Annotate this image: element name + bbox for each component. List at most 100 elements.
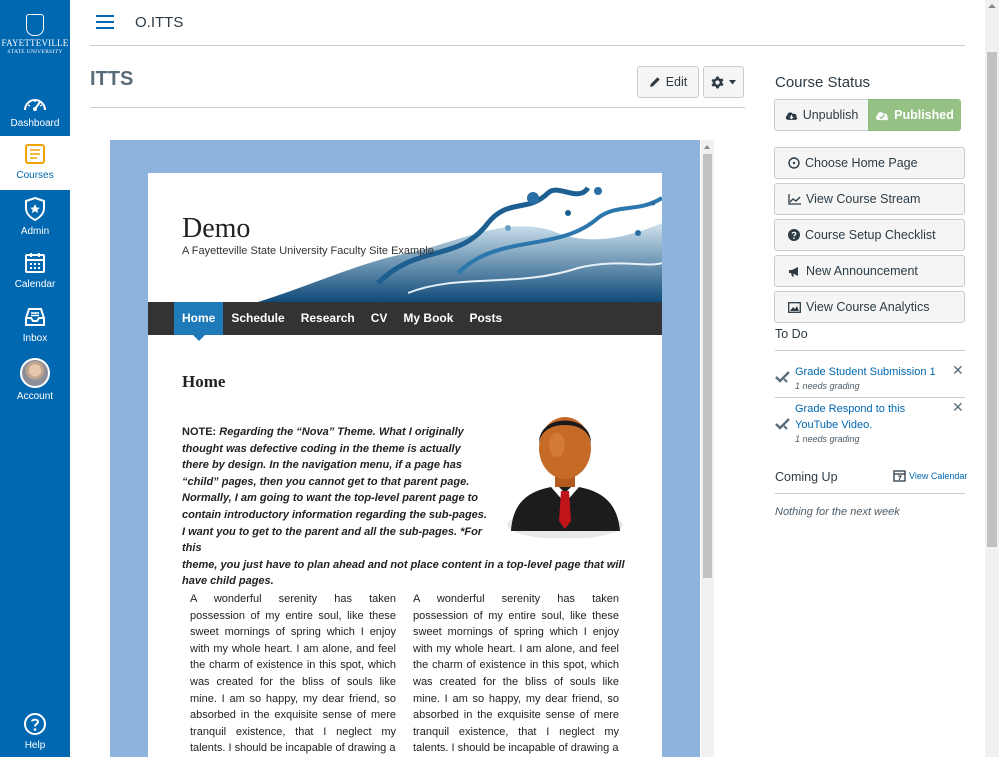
view-course-analytics-label: View Course Analytics: [806, 300, 930, 314]
settings-menu-button[interactable]: [703, 66, 744, 98]
breadcrumb-course[interactable]: O.ITTS: [135, 14, 183, 31]
nav-inbox[interactable]: Inbox: [0, 299, 70, 353]
topbar-divider: [90, 45, 965, 46]
nav-admin[interactable]: Admin: [0, 190, 70, 244]
edit-button-label: Edit: [665, 75, 688, 89]
line-chart-icon: [788, 193, 801, 205]
nav-admin-label: Admin: [20, 226, 50, 237]
global-navigation: FAYETTEVILLE STATE UNIVERSITY Dashboard …: [0, 0, 70, 757]
view-calendar-label: View Calendar: [909, 470, 968, 481]
theme-note: NOTE: Regarding the “Nova” Theme. What I…: [182, 424, 632, 590]
site-menu-research[interactable]: Research: [293, 302, 363, 335]
note-lead: NOTE:: [182, 426, 217, 438]
courses-icon: [25, 144, 45, 164]
analytics-image-icon: [788, 301, 801, 313]
text-column-left: A wonderful serenity has taken possessio…: [190, 593, 396, 755]
unpublish-label: Unpublish: [802, 108, 859, 122]
wiki-page: Demo A Fayetteville State University Fac…: [148, 173, 662, 757]
site-menu-cv[interactable]: CV: [363, 302, 396, 335]
grading-check-icon: [775, 418, 790, 430]
help-icon: [24, 713, 46, 735]
dismiss-icon[interactable]: ✕: [952, 399, 964, 416]
coming-up-divider: [775, 493, 965, 494]
todo-divider: [775, 397, 965, 398]
site-title: Demo: [182, 213, 251, 244]
todo-divider: [775, 350, 965, 351]
site-menu-posts[interactable]: Posts: [461, 302, 510, 335]
logo-line2: STATE UNIVERSITY: [7, 49, 63, 55]
cloud-download-icon: [785, 111, 797, 120]
note-text-continued: theme, you just have to plan ahead and n…: [182, 558, 625, 588]
choose-home-page-label: Choose Home Page: [805, 156, 918, 170]
account-avatar: [20, 358, 50, 388]
course-status-title: Course Status: [775, 74, 871, 91]
site-menu-home[interactable]: Home: [174, 302, 224, 341]
window-scrollbar[interactable]: [985, 0, 999, 757]
course-setup-checklist-label: Course Setup Checklist: [805, 228, 936, 242]
nav-dashboard[interactable]: Dashboard: [0, 88, 70, 142]
new-announcement-label: New Announcement: [806, 264, 918, 278]
todo-link[interactable]: Grade Student Submission 1: [795, 364, 945, 380]
nav-calendar-label: Calendar: [14, 279, 56, 290]
content-heading: Home: [182, 372, 226, 391]
cloud-check-icon: [876, 111, 889, 120]
course-setup-checklist-button[interactable]: Course Setup Checklist: [774, 219, 965, 251]
todo-heading: To Do: [775, 327, 808, 341]
page-content-frame: Demo A Fayetteville State University Fac…: [110, 140, 700, 757]
nav-dashboard-label: Dashboard: [10, 118, 60, 129]
nav-account[interactable]: Account: [0, 354, 70, 412]
circle-dot-icon: [788, 157, 800, 169]
edit-button[interactable]: Edit: [637, 66, 699, 98]
coming-up-heading: Coming Up: [775, 470, 838, 484]
inbox-icon: [25, 308, 45, 326]
view-course-stream-label: View Course Stream: [806, 192, 921, 206]
megaphone-icon: [789, 266, 798, 276]
content-scrollbar[interactable]: [701, 140, 714, 757]
site-menu-schedule[interactable]: Schedule: [223, 302, 292, 335]
unpublish-button[interactable]: Unpublish: [774, 99, 869, 131]
nav-calendar[interactable]: Calendar: [0, 245, 70, 299]
site-banner: Demo A Fayetteville State University Fac…: [148, 173, 662, 302]
window-scroll-up-arrow-icon[interactable]: [988, 4, 996, 8]
nav-courses[interactable]: Courses: [0, 136, 70, 190]
logo-line1: FAYETTEVILLE: [1, 38, 69, 48]
view-calendar-link[interactable]: View Calendar: [893, 469, 967, 482]
calendar-icon: [25, 253, 45, 273]
dismiss-icon[interactable]: ✕: [952, 362, 964, 379]
seal-icon: [26, 14, 44, 36]
question-circle-icon: [788, 229, 800, 241]
published-label: Published: [894, 108, 954, 122]
nav-help[interactable]: Help: [0, 706, 70, 756]
note-text: Regarding the “Nova” Theme. What I origi…: [182, 426, 487, 555]
gear-icon: [711, 76, 724, 88]
window-scrollbar-thumb[interactable]: [987, 52, 997, 547]
dashboard-icon: [24, 99, 46, 111]
grading-check-icon: [775, 371, 790, 383]
site-menu-my-book[interactable]: My Book: [395, 302, 461, 335]
university-logo[interactable]: FAYETTEVILLE STATE UNIVERSITY: [0, 0, 70, 70]
nav-courses-label: Courses: [16, 170, 54, 181]
coming-up-empty-text: Nothing for the next week: [775, 506, 900, 518]
hamburger-menu-icon[interactable]: [96, 15, 114, 33]
caret-down-icon: [729, 79, 736, 84]
view-course-stream-button[interactable]: View Course Stream: [774, 183, 965, 215]
nav-inbox-label: Inbox: [22, 333, 48, 344]
choose-home-page-button[interactable]: Choose Home Page: [774, 147, 965, 179]
admin-shield-icon: [25, 196, 45, 222]
text-column-right: A wonderful serenity has taken possessio…: [413, 593, 619, 755]
site-subtitle: A Fayetteville State University Faculty …: [182, 245, 434, 257]
page-title: ITTS: [90, 68, 134, 90]
nav-help-label: Help: [24, 740, 46, 751]
todo-subtext: 1 needs grading: [795, 381, 860, 391]
todo-link[interactable]: Grade Respond to this YouTube Video.: [795, 401, 945, 433]
scroll-up-arrow-icon[interactable]: [704, 145, 710, 149]
nav-account-label: Account: [16, 391, 54, 402]
header-divider: [90, 107, 745, 108]
top-bar: O.ITTS: [70, 0, 999, 46]
content-scrollbar-thumb[interactable]: [703, 154, 712, 578]
water-splash-image: [258, 186, 662, 302]
published-button[interactable]: Published: [868, 99, 961, 131]
site-menu: Home Schedule Research CV My Book Posts: [148, 302, 662, 341]
view-course-analytics-button[interactable]: View Course Analytics: [774, 291, 965, 323]
new-announcement-button[interactable]: New Announcement: [774, 255, 965, 287]
